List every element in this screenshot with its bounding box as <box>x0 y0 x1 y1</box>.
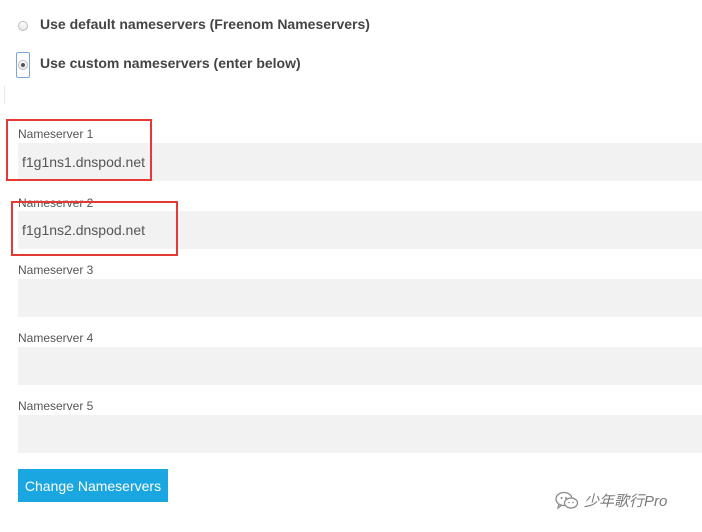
divider <box>4 86 5 104</box>
nameserver-1-label: Nameserver 1 <box>18 127 94 141</box>
nameserver-1-input[interactable] <box>18 143 702 181</box>
watermark-text: 少年歌行Pro <box>584 493 668 510</box>
watermark: 少年歌行Pro <box>555 490 667 511</box>
nameserver-3-input[interactable] <box>18 279 702 317</box>
nameserver-3-label: Nameserver 3 <box>18 263 94 277</box>
radio-default-nameservers[interactable] <box>18 21 28 31</box>
option-default-nameservers[interactable]: Use default nameservers (Freenom Nameser… <box>16 16 370 32</box>
wechat-icon <box>555 491 579 510</box>
nameserver-2-label: Nameserver 2 <box>18 196 94 210</box>
nameserver-5-label: Nameserver 5 <box>18 399 94 413</box>
nameserver-5-input[interactable] <box>18 415 702 453</box>
change-nameservers-button[interactable]: Change Nameservers <box>18 469 168 502</box>
option-custom-label: Use custom nameservers (enter below) <box>40 55 301 71</box>
option-custom-nameservers[interactable]: Use custom nameservers (enter below) <box>16 52 301 78</box>
nameserver-4-label: Nameserver 4 <box>18 331 94 345</box>
option-default-label: Use default nameservers (Freenom Nameser… <box>40 16 370 32</box>
nameserver-2-input[interactable] <box>18 211 702 249</box>
nameserver-4-input[interactable] <box>18 347 702 385</box>
radio-focus-ring <box>16 52 30 78</box>
radio-custom-nameservers[interactable] <box>18 60 28 70</box>
